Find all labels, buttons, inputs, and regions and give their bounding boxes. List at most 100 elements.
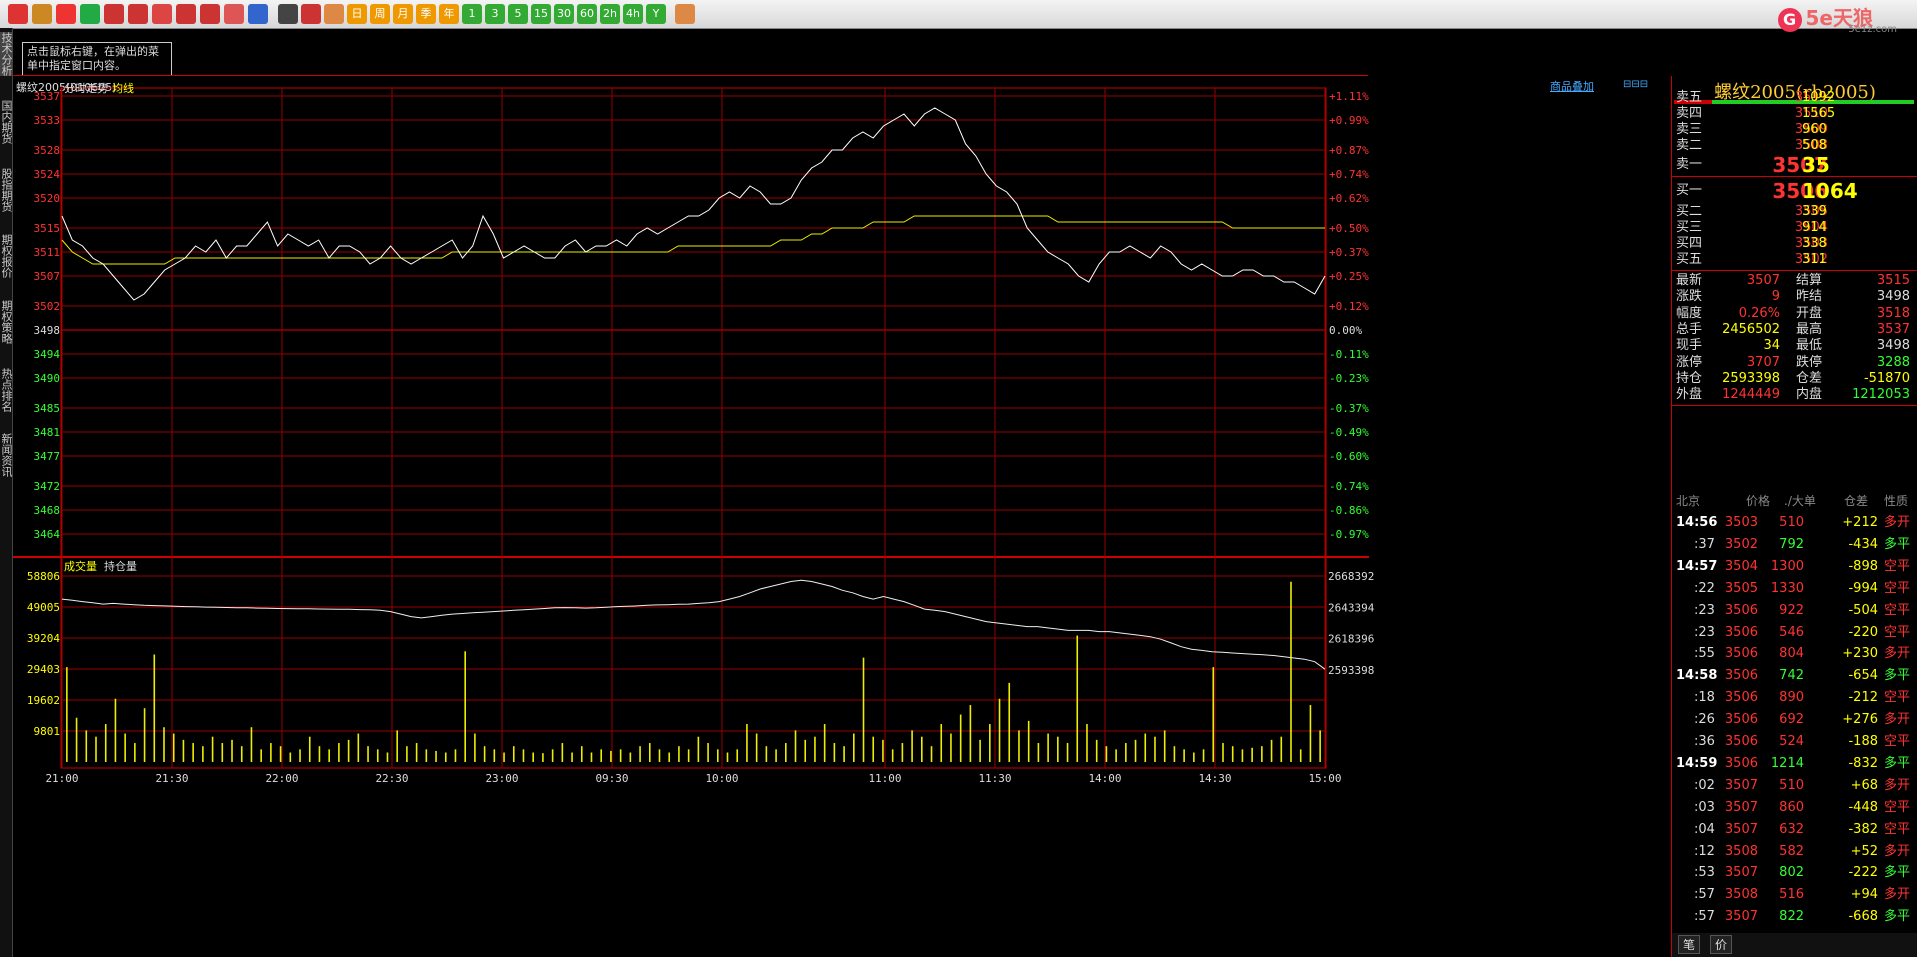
stat-value: 3288	[1876, 354, 1910, 370]
logo-subtext: 5e1z.com	[1848, 24, 1897, 35]
stat-label: 开盘	[1796, 305, 1823, 321]
price-line	[61, 107, 1326, 301]
time-tick-label: 14:30	[1198, 772, 1231, 785]
pct-tick-label: +0.50%	[1329, 222, 1369, 235]
intraday-chart[interactable]: 3537 +1.11% 3533 +0.99% 3528 +0.87% 3524 +0.74%…	[0, 0, 1670, 957]
price-tick-label: 3511	[34, 246, 61, 259]
tick-nature: 多平	[1884, 536, 1911, 552]
price-series-label: 分时走势	[64, 82, 108, 95]
tick-oi-change: +68	[1850, 777, 1878, 793]
tick-oi-change: -832	[1848, 755, 1878, 771]
stat-value: 1244449	[1722, 387, 1780, 403]
stat-value: 34	[1763, 338, 1780, 354]
tick-volume: 804	[1779, 646, 1804, 662]
stat-label: 涨跌	[1676, 289, 1703, 305]
pct-tick-label: -0.49%	[1329, 426, 1369, 439]
time-tick-label: 14:00	[1088, 772, 1121, 785]
bottom-tab-1[interactable]: 价	[1710, 935, 1733, 954]
stat-row: 现手 34 最低 3498	[1676, 337, 1914, 355]
tick-nature: 多开	[1884, 515, 1911, 530]
tick-volume: 510	[1779, 777, 1804, 793]
pct-tick-label: -0.86%	[1329, 504, 1369, 517]
tick-row: :57 3508 516 +94 多开	[1676, 884, 1914, 906]
price-tick-label: 3472	[34, 480, 61, 493]
pct-tick-label: -0.37%	[1329, 402, 1369, 415]
stat-label: 最高	[1796, 321, 1823, 337]
pct-tick-label: +0.25%	[1329, 270, 1369, 283]
ticks-divider	[1672, 405, 1917, 406]
stat-value: 3498	[1876, 289, 1910, 305]
tick-time: 14:56	[1676, 515, 1718, 530]
stat-row: 涨停 3707 跌停 3288	[1676, 354, 1914, 372]
tick-volume: 1214	[1770, 755, 1804, 771]
stat-label: 内盘	[1796, 387, 1823, 403]
price-tick-label: 3537	[34, 90, 61, 103]
time-tick-label: 22:30	[375, 772, 408, 785]
tick-row: :37 3502 792 -434 多平	[1676, 534, 1914, 556]
ask-label: 卖二	[1676, 138, 1703, 153]
tick-oi-change: +52	[1850, 843, 1878, 859]
volume-tick-label: 9801	[34, 725, 61, 738]
time-tick-label: 23:00	[485, 772, 518, 785]
price-tick-label: 3498	[34, 324, 61, 337]
tick-oi-change: -668	[1848, 909, 1878, 925]
pct-tick-label: -0.23%	[1329, 372, 1369, 385]
tick-volume: 632	[1779, 821, 1804, 837]
volume-tick-label: 39204	[27, 632, 60, 645]
tick-price: 3507	[1724, 821, 1758, 837]
tick-price: 3506	[1724, 646, 1758, 662]
tick-oi-change: -434	[1848, 536, 1878, 552]
stat-label: 外盘	[1676, 387, 1703, 403]
oi-tick-label: 2643394	[1328, 601, 1375, 614]
tick-oi-change: -382	[1848, 821, 1878, 837]
tick-time: :02	[1694, 777, 1715, 793]
tick-oi-change: -448	[1848, 799, 1878, 815]
tick-row: :36 3506 524 -188 空平	[1676, 731, 1914, 753]
oi-tick-label: 2668392	[1328, 570, 1374, 583]
stat-label: 总手	[1676, 321, 1703, 337]
bid-row: 买一 3506 1064	[1676, 179, 1914, 203]
oi-tick-label: 2618396	[1328, 633, 1374, 646]
tick-row: 14:58 3506 742 -654 多平	[1676, 665, 1914, 687]
tick-volume: 524	[1779, 734, 1804, 749]
oi-tick-label: 2593398	[1328, 664, 1374, 677]
tick-oi-change: +94	[1850, 887, 1878, 903]
tick-time: :04	[1694, 821, 1715, 837]
tick-row: :55 3506 804 +230 多开	[1676, 643, 1914, 665]
tick-volume: 922	[1779, 602, 1804, 618]
volume-series-label: 成交量	[64, 559, 97, 573]
volume-tick-label: 58806	[27, 570, 60, 583]
pct-tick-label: -0.74%	[1329, 480, 1369, 493]
tick-nature: 多平	[1884, 909, 1911, 925]
price-tick-label: 3524	[34, 168, 61, 181]
bid-volume: 311	[1802, 252, 1827, 267]
tick-volume: 1330	[1770, 580, 1804, 596]
tick-nature: 多平	[1884, 755, 1911, 771]
pct-tick-label: -0.11%	[1329, 348, 1369, 361]
tick-time: :57	[1694, 887, 1715, 903]
tick-price: 3507	[1724, 865, 1758, 881]
tick-row: :22 3505 1330 -994 空平	[1676, 578, 1914, 600]
orderbook-divider	[1672, 176, 1917, 177]
stat-label: 最低	[1796, 338, 1823, 354]
tick-row: :53 3507 802 -222 多平	[1676, 862, 1914, 884]
stat-value: 3537	[1876, 321, 1910, 337]
price-tick-label: 3520	[34, 192, 61, 205]
tick-price: 3505	[1724, 580, 1758, 596]
bottom-tab-0[interactable]: 笔	[1678, 935, 1701, 954]
ask-label: 卖一	[1676, 157, 1703, 172]
tick-price: 3504	[1724, 558, 1758, 574]
tick-oi-change: -994	[1848, 580, 1878, 596]
price-tick-label: 3494	[34, 348, 61, 361]
pct-tick-label: +0.12%	[1329, 300, 1369, 313]
ticks-header-cell: ./大单	[1784, 494, 1816, 508]
stat-value: 0.26%	[1738, 305, 1780, 321]
ticks-header-cell: 仓差	[1844, 494, 1869, 508]
stat-label: 涨停	[1676, 354, 1703, 370]
bid-volume: 1064	[1802, 179, 1858, 203]
stat-label: 最新	[1676, 273, 1703, 288]
time-tick-label: 21:30	[155, 772, 188, 785]
price-tick-label: 3477	[34, 450, 61, 463]
tick-nature: 多开	[1884, 646, 1911, 662]
time-tick-label: 15:00	[1308, 772, 1341, 785]
